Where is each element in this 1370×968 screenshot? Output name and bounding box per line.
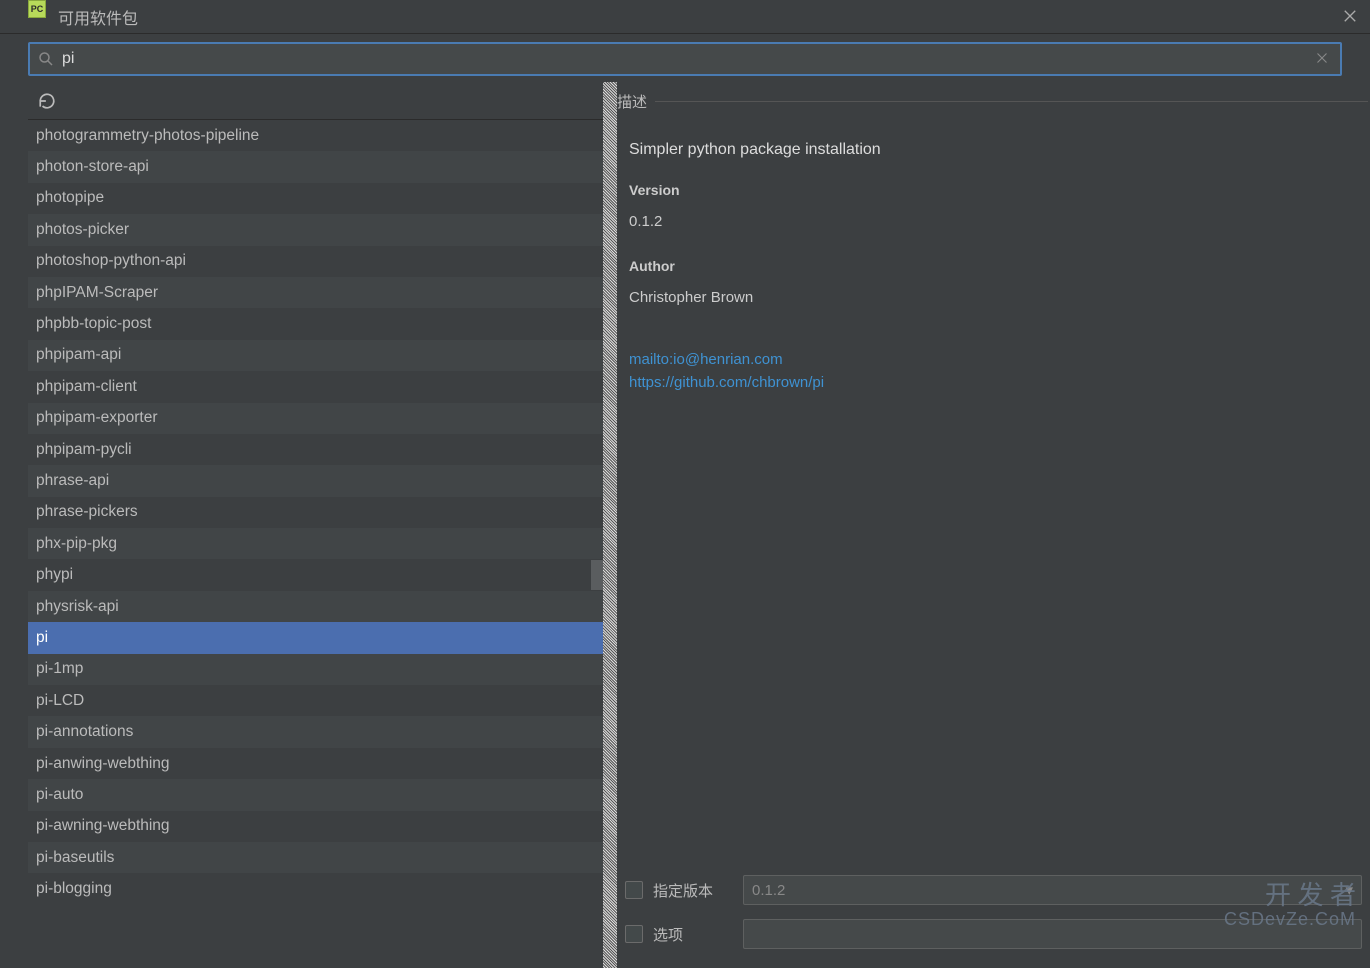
- package-item[interactable]: pi-awning-webthing: [28, 811, 603, 842]
- search-input[interactable]: [62, 50, 1316, 68]
- package-item[interactable]: phpipam-pycli: [28, 434, 603, 465]
- package-item[interactable]: pi-annotations: [28, 716, 603, 747]
- package-item[interactable]: physrisk-api: [28, 591, 603, 622]
- package-item[interactable]: phpipam-exporter: [28, 403, 603, 434]
- toolbar: [28, 82, 603, 120]
- description-header-label: 描述: [617, 91, 647, 112]
- specify-version-checkbox[interactable]: [625, 881, 643, 899]
- package-item[interactable]: phx-pip-pkg: [28, 528, 603, 559]
- package-item[interactable]: photogrammetry-photos-pipeline: [28, 120, 603, 151]
- package-item[interactable]: photon-store-api: [28, 151, 603, 182]
- package-summary: Simpler python package installation: [629, 138, 1358, 162]
- version-value: 0.1.2: [629, 211, 1358, 234]
- options-label: 选项: [653, 924, 743, 945]
- splitter[interactable]: [603, 82, 617, 968]
- package-item[interactable]: pi-anwing-webthing: [28, 748, 603, 779]
- package-item[interactable]: phpbb-topic-post: [28, 308, 603, 339]
- bottom-controls: 指定版本 0.1.2 ▾ 选项: [617, 868, 1370, 956]
- search-field[interactable]: [28, 42, 1342, 76]
- mailto-link[interactable]: mailto:io@henrian.com: [629, 349, 1358, 372]
- package-item[interactable]: photopipe: [28, 183, 603, 214]
- package-item[interactable]: pi: [28, 622, 603, 653]
- description-header: 描述: [617, 82, 1370, 120]
- app-icon: PC: [28, 0, 46, 18]
- package-item[interactable]: phrase-pickers: [28, 497, 603, 528]
- package-item[interactable]: pi-blogging: [28, 873, 603, 904]
- window-title: 可用软件包: [58, 5, 138, 29]
- package-item[interactable]: photoshop-python-api: [28, 246, 603, 277]
- refresh-icon[interactable]: [38, 92, 56, 110]
- options-input[interactable]: [743, 919, 1362, 949]
- package-item[interactable]: pi-baseutils: [28, 842, 603, 873]
- package-item[interactable]: phypi: [28, 559, 603, 590]
- package-list[interactable]: photogrammetry-photos-pipelinephoton-sto…: [28, 120, 603, 968]
- main-area: photogrammetry-photos-pipelinephoton-sto…: [28, 82, 1370, 968]
- description-body: Simpler python package installation Vers…: [617, 120, 1370, 412]
- package-item[interactable]: phpipam-api: [28, 340, 603, 371]
- package-item[interactable]: pi-auto: [28, 779, 603, 810]
- package-item[interactable]: pi-1mp: [28, 654, 603, 685]
- package-item[interactable]: phrase-api: [28, 465, 603, 496]
- version-select[interactable]: 0.1.2 ▾: [743, 875, 1362, 905]
- package-item[interactable]: phpIPAM-Scraper: [28, 277, 603, 308]
- homepage-link[interactable]: https://github.com/chbrown/pi: [629, 372, 1358, 395]
- author-value: Christopher Brown: [629, 287, 1358, 310]
- package-list-panel: photogrammetry-photos-pipelinephoton-sto…: [28, 82, 603, 968]
- specify-version-label: 指定版本: [653, 880, 743, 901]
- package-item[interactable]: pi-LCD: [28, 685, 603, 716]
- titlebar: PC 可用软件包: [0, 0, 1370, 34]
- clear-icon[interactable]: [1316, 51, 1332, 67]
- close-icon[interactable]: [1338, 4, 1362, 28]
- description-panel: 描述 Simpler python package installation V…: [617, 82, 1370, 968]
- version-select-value: 0.1.2: [752, 882, 785, 899]
- options-checkbox[interactable]: [625, 925, 643, 943]
- scrollbar-thumb[interactable]: [591, 560, 603, 590]
- specify-version-row: 指定版本 0.1.2 ▾: [625, 868, 1362, 912]
- package-item[interactable]: phpipam-client: [28, 371, 603, 402]
- version-label: Version: [629, 180, 1358, 201]
- chevron-down-icon: ▾: [1345, 881, 1353, 899]
- options-row: 选项: [625, 912, 1362, 956]
- divider: [655, 101, 1368, 102]
- package-item[interactable]: photos-picker: [28, 214, 603, 245]
- search-icon: [38, 51, 54, 67]
- author-label: Author: [629, 256, 1358, 277]
